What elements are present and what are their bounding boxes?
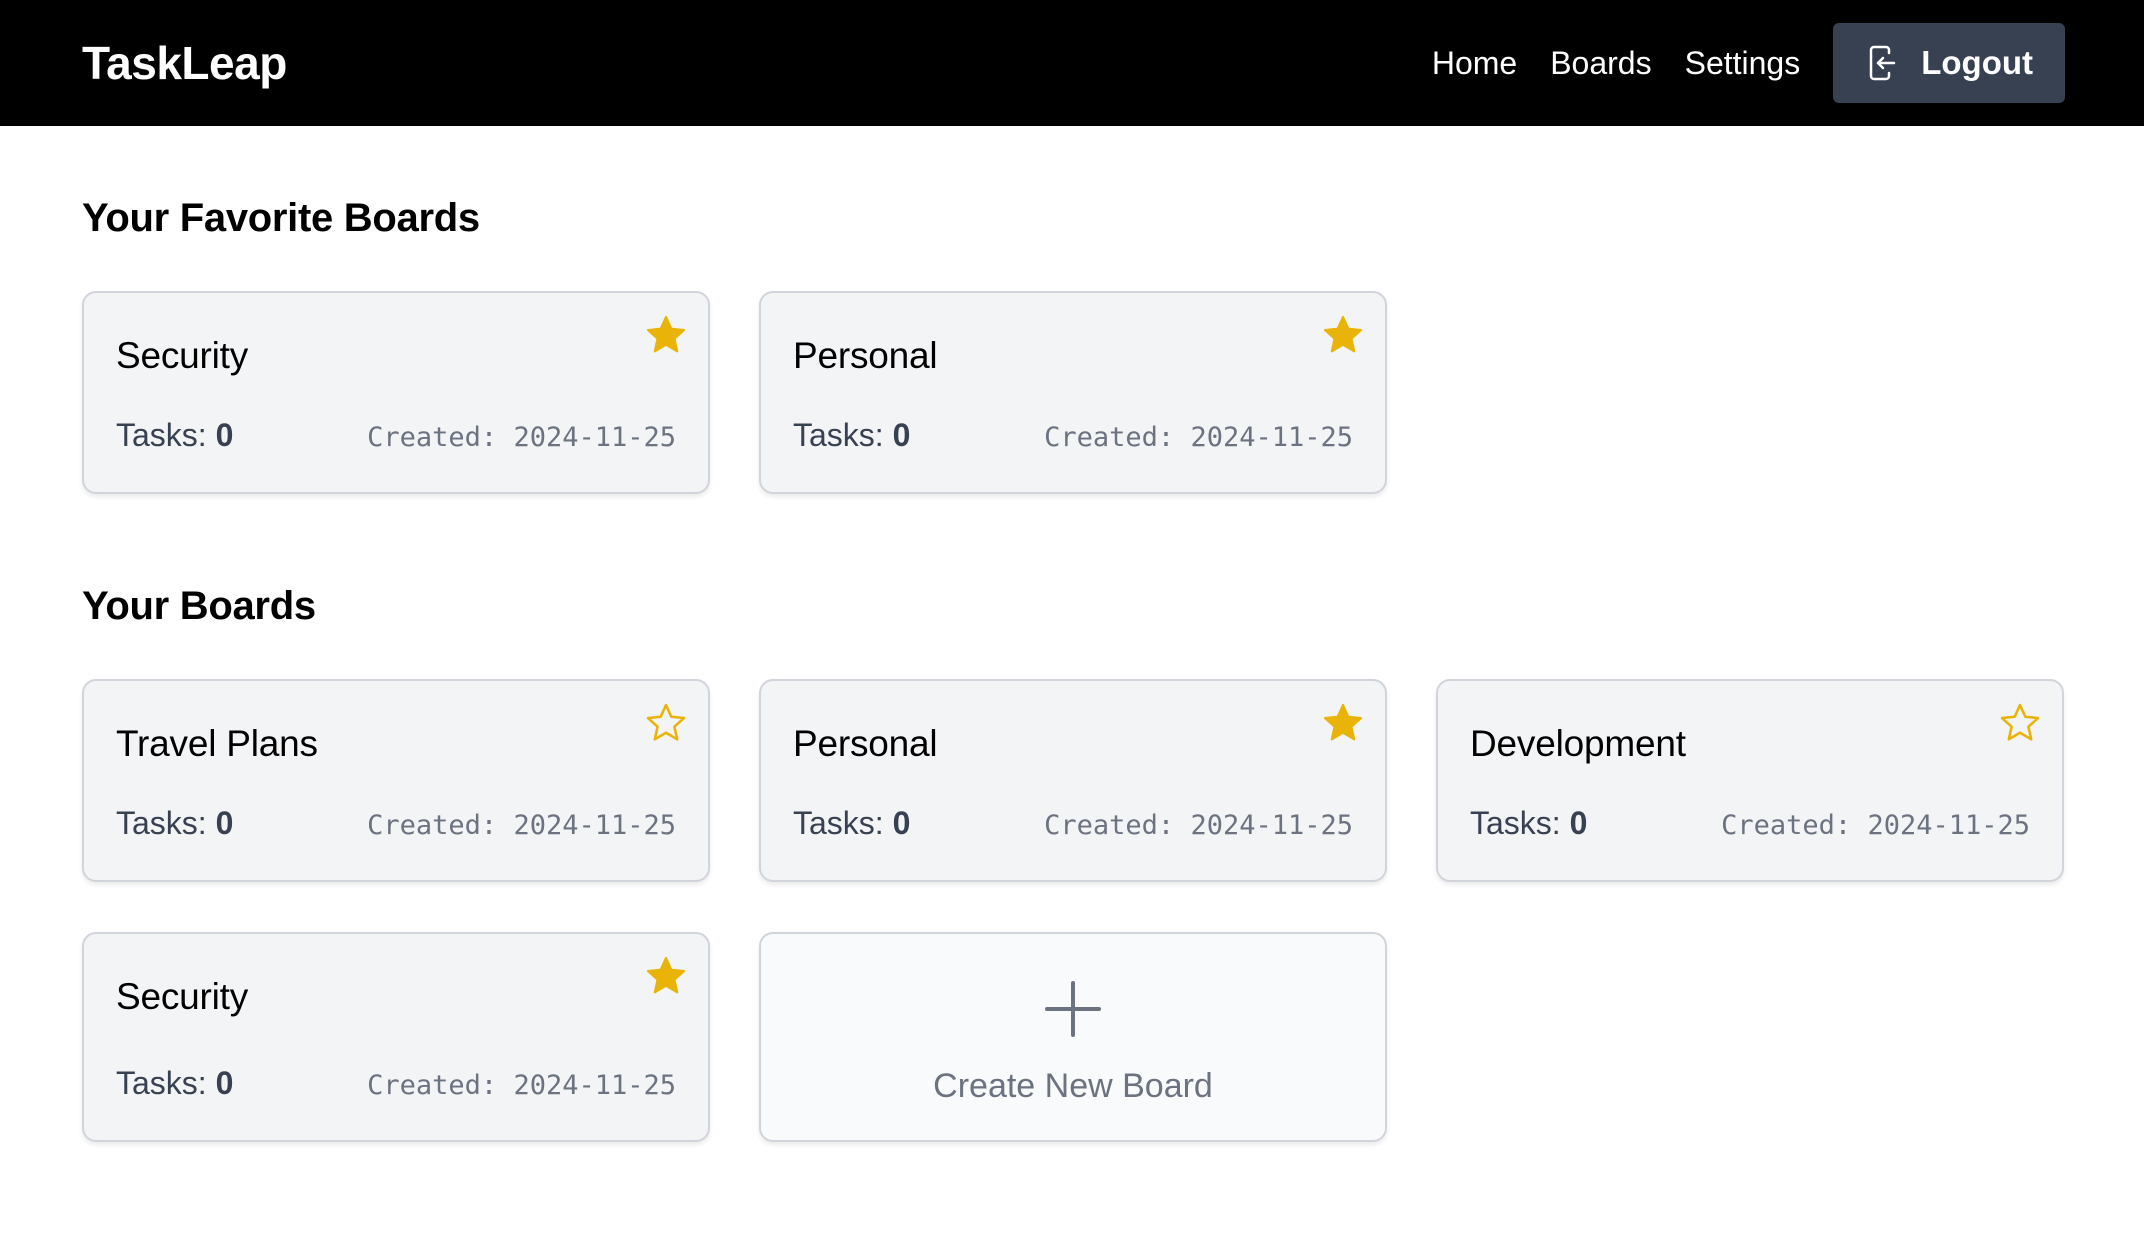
nav-boards-link[interactable]: Boards (1550, 45, 1651, 82)
board-title: Development (1470, 723, 1686, 764)
task-count-value: 0 (1569, 805, 1588, 841)
board-card[interactable]: Personal Tasks: 0 Created: 2024-11-25 (759, 679, 1387, 882)
board-title: Personal (793, 335, 938, 376)
boards-heading: Your Boards (82, 584, 316, 628)
nav-settings-link[interactable]: Settings (1685, 45, 1801, 82)
created-date: Created: 2024-11-25 (367, 422, 676, 453)
task-count-label: Tasks: (1470, 805, 1561, 841)
task-count-label: Tasks: (116, 417, 207, 453)
logout-button[interactable]: Logout (1833, 23, 2065, 103)
star-outline-icon[interactable] (644, 701, 688, 745)
board-title: Personal (793, 723, 938, 764)
created-date: Created: 2024-11-25 (1044, 422, 1353, 453)
plus-icon (1043, 979, 1103, 1039)
star-outline-icon[interactable] (1998, 701, 2042, 745)
favorite-board-card[interactable]: Security Tasks: 0 Created: 2024-11-25 (82, 291, 710, 494)
board-meta: Tasks: 0 Created: 2024-11-25 (116, 805, 676, 842)
favorites-heading: Your Favorite Boards (82, 196, 480, 240)
star-filled-icon[interactable] (644, 954, 688, 998)
task-count-label: Tasks: (116, 805, 207, 841)
board-meta: Tasks: 0 Created: 2024-11-25 (1470, 805, 2030, 842)
task-count-value: 0 (892, 805, 911, 841)
favorites-grid: Security Tasks: 0 Created: 2024-11-25 Pe… (82, 291, 2062, 494)
board-meta: Tasks: 0 Created: 2024-11-25 (793, 805, 1353, 842)
task-count: Tasks: 0 (1470, 805, 1587, 842)
top-navbar: TaskLeap Home Boards Settings Logout (0, 0, 2144, 126)
task-count-value: 0 (215, 1065, 234, 1101)
main-nav: Home Boards Settings Logout (1432, 23, 2065, 103)
logout-label: Logout (1921, 44, 2033, 81)
task-count-value: 0 (215, 805, 234, 841)
create-new-board-button[interactable]: Create New Board (759, 932, 1387, 1142)
task-count-label: Tasks: (116, 1065, 207, 1101)
task-count-value: 0 (215, 417, 234, 453)
board-meta: Tasks: 0 Created: 2024-11-25 (793, 417, 1353, 454)
board-title: Security (116, 335, 249, 376)
board-card[interactable]: Travel Plans Tasks: 0 Created: 2024-11-2… (82, 679, 710, 882)
created-date: Created: 2024-11-25 (367, 1070, 676, 1101)
star-filled-icon[interactable] (1321, 701, 1365, 745)
board-card[interactable]: Development Tasks: 0 Created: 2024-11-25 (1436, 679, 2064, 882)
board-card[interactable]: Security Tasks: 0 Created: 2024-11-25 (82, 932, 710, 1142)
board-meta: Tasks: 0 Created: 2024-11-25 (116, 417, 676, 454)
favorite-board-card[interactable]: Personal Tasks: 0 Created: 2024-11-25 (759, 291, 1387, 494)
task-count: Tasks: 0 (793, 805, 910, 842)
star-filled-icon[interactable] (644, 313, 688, 357)
board-title: Security (116, 976, 249, 1017)
board-meta: Tasks: 0 Created: 2024-11-25 (116, 1065, 676, 1102)
board-title: Travel Plans (116, 723, 318, 764)
created-date: Created: 2024-11-25 (367, 810, 676, 841)
app-logo[interactable]: TaskLeap (82, 36, 287, 90)
nav-home-link[interactable]: Home (1432, 45, 1517, 82)
task-count: Tasks: 0 (793, 417, 910, 454)
task-count-value: 0 (892, 417, 911, 453)
created-date: Created: 2024-11-25 (1721, 810, 2030, 841)
task-count: Tasks: 0 (116, 805, 233, 842)
created-date: Created: 2024-11-25 (1044, 810, 1353, 841)
logout-icon (1869, 45, 1897, 81)
task-count-label: Tasks: (793, 417, 884, 453)
task-count-label: Tasks: (793, 805, 884, 841)
main-content: Your Favorite Boards Security Tasks: 0 C… (0, 196, 2144, 1142)
star-filled-icon[interactable] (1321, 313, 1365, 357)
create-new-board-label: Create New Board (933, 1066, 1213, 1105)
task-count: Tasks: 0 (116, 1065, 233, 1102)
task-count: Tasks: 0 (116, 417, 233, 454)
boards-grid: Travel Plans Tasks: 0 Created: 2024-11-2… (82, 679, 2064, 1142)
